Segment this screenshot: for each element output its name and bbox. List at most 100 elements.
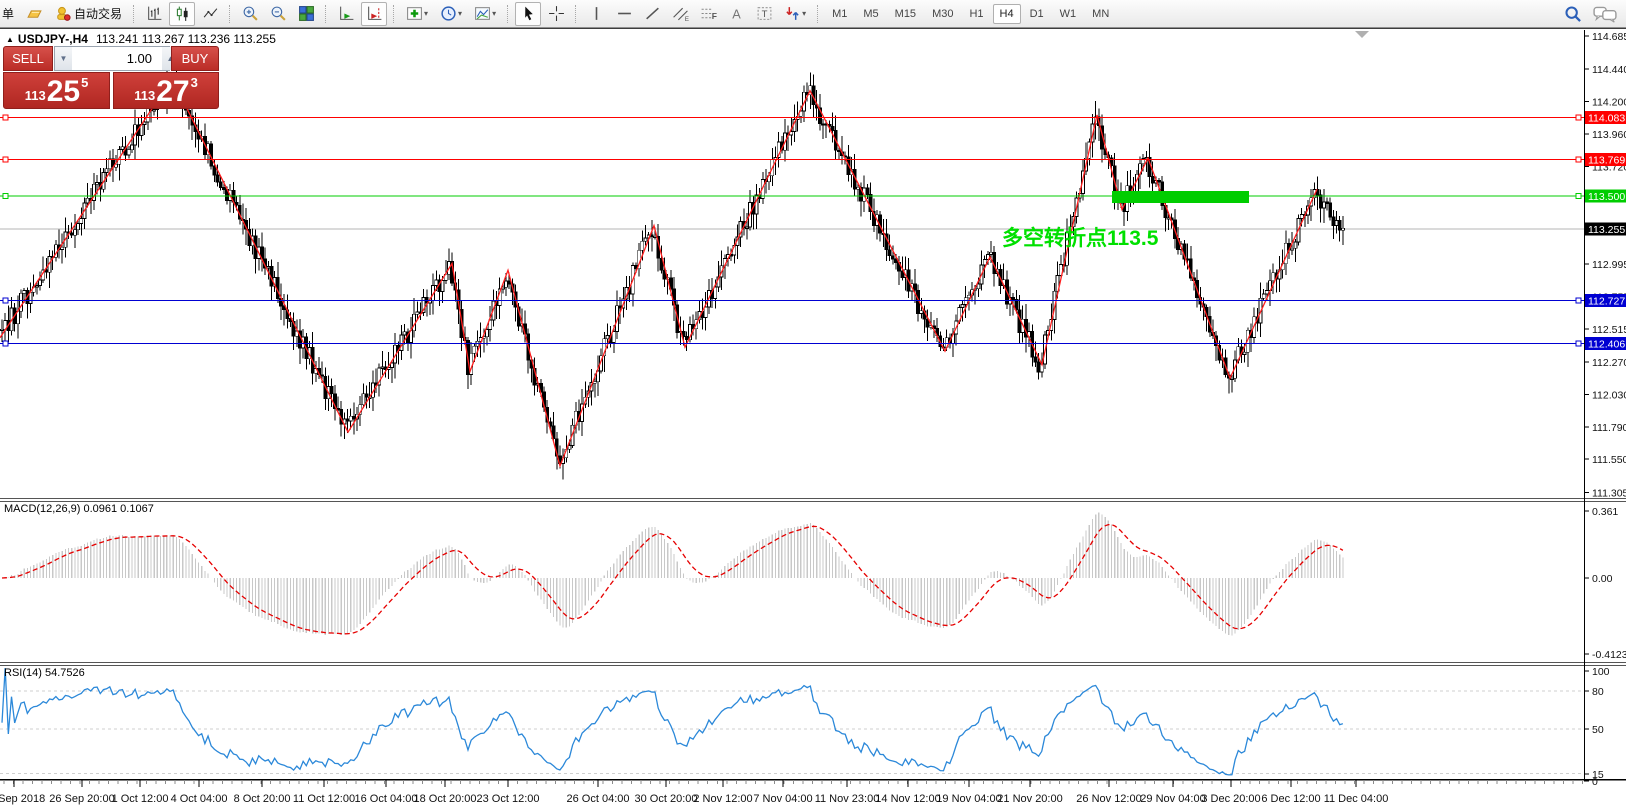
svg-text:114.083: 114.083: [1588, 112, 1625, 124]
candlestick-chart-button[interactable]: [169, 1, 196, 26]
svg-text:80: 80: [1592, 686, 1604, 698]
svg-text:E: E: [684, 16, 688, 22]
toolbar-separator: [575, 4, 577, 23]
svg-text:A: A: [732, 6, 741, 21]
symbol-info-bar: ▲ USDJPY-,H4 113.241 113.267 113.236 113.2…: [6, 32, 276, 46]
search-symbols-button[interactable]: [1560, 2, 1586, 26]
svg-text:19 Nov 04:00: 19 Nov 04:00: [936, 793, 1001, 805]
tf-button-D1[interactable]: D1: [1023, 4, 1051, 24]
tf-button-M15[interactable]: M15: [888, 4, 923, 24]
tf-button-H1[interactable]: H1: [962, 4, 990, 24]
toolbar-separator: [507, 4, 509, 23]
symbol-collapse-icon[interactable]: ▲: [6, 35, 14, 44]
svg-text:113.500: 113.500: [1588, 191, 1625, 203]
svg-text:113.769: 113.769: [1588, 155, 1625, 167]
svg-text:0.361: 0.361: [1592, 506, 1618, 518]
arrows-button[interactable]: ▾: [779, 2, 811, 26]
tf-button-M1[interactable]: M1: [825, 4, 854, 24]
svg-text:112.995: 112.995: [1592, 259, 1626, 271]
svg-text:11 Oct 12:00: 11 Oct 12:00: [293, 793, 355, 805]
main-toolbar: 单 自动交易 ▾ ▾ ▾ E F A T ▾ M1 M5 M15 M30 H1 …: [0, 0, 1626, 28]
time-axis: 24 Sep 2018 26 Sep 20:001 Oct 12:004 Oct …: [0, 780, 1584, 805]
templates-button[interactable]: ▾: [469, 2, 501, 26]
svg-text:112.406: 112.406: [1588, 339, 1625, 351]
buy-price-button[interactable]: 113 27 3: [113, 72, 219, 109]
sell-price-pip: 5: [81, 75, 89, 90]
volume-decrease-button[interactable]: ▼: [55, 47, 72, 70]
macd-signal-line: [1, 523, 1344, 635]
sell-button[interactable]: SELL: [3, 46, 53, 71]
svg-text:114.440: 114.440: [1592, 64, 1626, 76]
rsi-label: RSI(14) 54.7526: [4, 667, 85, 679]
annotation-text[interactable]: 多空转折点113.5: [1002, 226, 1159, 250]
tf-button-H4[interactable]: H4: [992, 3, 1021, 24]
chevron-down-icon: ▾: [458, 9, 463, 18]
svg-text:8 Oct 20:00: 8 Oct 20:00: [234, 793, 291, 805]
equidistant-channel-button[interactable]: E: [667, 2, 693, 26]
crosshair-button[interactable]: [543, 2, 569, 26]
trendline-button[interactable]: [639, 2, 665, 26]
buy-price-main: 27: [156, 75, 190, 108]
svg-text:0.00: 0.00: [1592, 573, 1613, 585]
bar-chart-button[interactable]: [141, 2, 167, 26]
autotrade-button[interactable]: 自动交易: [49, 2, 127, 26]
zoom-in-button[interactable]: [237, 2, 263, 26]
chevron-down-icon: ▾: [802, 9, 807, 18]
toolbar-separator: [325, 4, 327, 23]
tf-button-MN[interactable]: MN: [1085, 4, 1116, 24]
svg-text:21 Nov 20:00: 21 Nov 20:00: [997, 793, 1062, 805]
svg-text:112.727: 112.727: [1588, 295, 1625, 307]
svg-text:F: F: [711, 11, 716, 21]
community-chat-button[interactable]: [1588, 2, 1622, 26]
volume-input[interactable]: [72, 47, 162, 70]
svg-text:7 Nov 04:00: 7 Nov 04:00: [753, 793, 812, 805]
one-click-trading-panel: SELL ▼ ▲ BUY 113255 113273: [3, 46, 219, 109]
indicators-button[interactable]: ▾: [401, 2, 433, 26]
chevron-down-icon: ▾: [424, 9, 429, 18]
periods-button[interactable]: ▾: [435, 2, 467, 26]
support-zone-box[interactable]: [1112, 191, 1249, 203]
autotrade-label: 自动交易: [74, 7, 123, 21]
sell-price-button[interactable]: 113 25 5: [3, 72, 110, 109]
svg-text:11 Nov 23:00: 11 Nov 23:00: [815, 793, 880, 805]
toolbar-separator: [393, 4, 395, 23]
svg-text:30 Oct 20:00: 30 Oct 20:00: [635, 793, 698, 805]
tf-button-M5[interactable]: M5: [856, 4, 885, 24]
svg-text:114.200: 114.200: [1592, 96, 1626, 108]
auto-scroll-button[interactable]: [333, 2, 359, 26]
svg-text:T: T: [761, 9, 767, 20]
line-chart-button[interactable]: [197, 2, 223, 26]
svg-text:113.255: 113.255: [1588, 224, 1625, 236]
tile-windows-button[interactable]: [293, 2, 319, 26]
vertical-line-button[interactable]: [583, 2, 609, 26]
gold-ingot-icon[interactable]: [21, 2, 47, 26]
svg-text:29 Nov 04:00: 29 Nov 04:00: [1140, 793, 1205, 805]
tf-button-W1[interactable]: W1: [1053, 4, 1084, 24]
chevron-down-icon: ▾: [492, 9, 497, 18]
svg-text:50: 50: [1592, 724, 1604, 736]
timeframe-group: M1 M5 M15 M30 H1 H4 D1 W1 MN: [824, 3, 1117, 24]
symbol-ohlc: 113.241 113.267 113.236 113.255: [95, 32, 276, 46]
svg-text:114.685: 114.685: [1592, 31, 1626, 43]
tf-button-M30[interactable]: M30: [925, 4, 960, 24]
buy-button[interactable]: BUY: [171, 46, 219, 71]
horizontal-line-button[interactable]: [611, 2, 637, 26]
chart-shift-marker[interactable]: [1355, 31, 1369, 38]
svg-text:0: 0: [1592, 776, 1598, 788]
fibonacci-button[interactable]: F: [695, 2, 721, 26]
svg-text:26 Sep 20:00: 26 Sep 20:00: [49, 793, 114, 805]
cursor-button[interactable]: [515, 1, 542, 26]
macd-histogram: [4, 512, 1344, 636]
svg-text:26 Oct 04:00: 26 Oct 04:00: [567, 793, 630, 805]
svg-text:26 Nov 12:00: 26 Nov 12:00: [1076, 793, 1141, 805]
svg-text:24 Sep 2018: 24 Sep 2018: [0, 793, 45, 805]
menu-item-order[interactable]: 单: [0, 5, 20, 22]
zoom-out-button[interactable]: [265, 2, 291, 26]
sell-price-main: 25: [46, 75, 81, 108]
text-button[interactable]: A: [723, 2, 749, 26]
rsi-line: [1, 667, 1344, 776]
svg-text:4 Oct 04:00: 4 Oct 04:00: [171, 793, 228, 805]
chart-canvas[interactable]: 多空转折点113.5 114.685 114.440 114.200 113.960 11…: [0, 29, 1626, 807]
text-label-button[interactable]: T: [751, 2, 777, 26]
chart-shift-button[interactable]: [361, 1, 388, 26]
